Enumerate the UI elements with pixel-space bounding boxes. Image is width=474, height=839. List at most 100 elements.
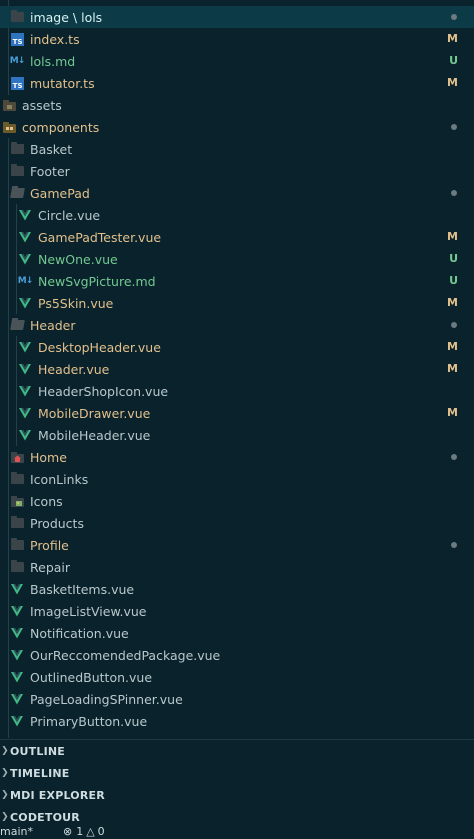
- tree-row[interactable]: Notification.vue: [0, 622, 474, 644]
- markdown-file-icon: M↓: [17, 276, 33, 286]
- tree-row[interactable]: M↓ NewSvgPicture.md U: [0, 270, 474, 292]
- vue-file-icon: [10, 670, 24, 684]
- tree-row-label: MobileDrawer.vue: [38, 405, 151, 421]
- tree-row[interactable]: assets: [0, 94, 474, 116]
- vue-file-icon: [10, 582, 24, 596]
- vue-file-icon: [18, 296, 32, 310]
- tree-row[interactable]: ImageListView.vue: [0, 600, 474, 622]
- tree-row[interactable]: HeaderShopIcon.vue: [0, 380, 474, 402]
- image-folder-icon: [10, 494, 24, 508]
- folder-icon: [10, 10, 24, 24]
- git-status-badge: U: [449, 252, 458, 265]
- tree-row-label: components: [22, 119, 100, 135]
- modified-dot-icon: [451, 14, 457, 20]
- git-status-badge: M: [447, 296, 458, 309]
- tree-row[interactable]: Home: [0, 446, 474, 468]
- tree-row[interactable]: Basket: [0, 138, 474, 160]
- vue-file-icon: [10, 648, 24, 662]
- tree-row-label: Header.vue: [38, 361, 110, 377]
- tree-row[interactable]: MobileHeader.vue: [0, 424, 474, 446]
- section-mdi-explorer[interactable]: ❯ MDI EXPLORER: [0, 784, 474, 806]
- error-count[interactable]: 1: [76, 827, 83, 837]
- tree-row[interactable]: Header: [0, 314, 474, 336]
- home-folder-icon: [10, 450, 24, 464]
- vue-file-icon: [10, 714, 24, 728]
- tree-row[interactable]: Ps5Skin.vue M: [0, 292, 474, 314]
- tree-row[interactable]: Circle.vue: [0, 204, 474, 226]
- vue-file-icon: [18, 406, 32, 420]
- vue-file-icon: [18, 362, 32, 376]
- tree-row-label: NewSvgPicture.md: [38, 273, 156, 289]
- tree-row-label: Header: [30, 317, 76, 333]
- chevron-right-icon: ❯: [1, 812, 9, 822]
- tree-row-label: lols.md: [30, 53, 76, 69]
- tree-row[interactable]: GamePadTester.vue M: [0, 226, 474, 248]
- tree-row[interactable]: Products: [0, 512, 474, 534]
- tree-row[interactable]: OutlinedButton.vue: [0, 666, 474, 688]
- tree-row-label: Notification.vue: [30, 625, 129, 641]
- tree-row[interactable]: M↓ lols.md U: [0, 50, 474, 72]
- vue-file-icon: [10, 692, 24, 706]
- tree-row[interactable]: DesktopHeader.vue M: [0, 336, 474, 358]
- tree-row-label: Ps5Skin.vue: [38, 295, 114, 311]
- tree-row[interactable]: NewOne.vue U: [0, 248, 474, 270]
- section-label: CODETOUR: [10, 810, 80, 824]
- vue-file-icon: [18, 428, 32, 442]
- section-label: OUTLINE: [10, 744, 66, 758]
- tree-row-label: OutlinedButton.vue: [30, 669, 153, 685]
- tree-row[interactable]: Header.vue M: [0, 358, 474, 380]
- git-status-badge: U: [449, 274, 458, 287]
- tree-row[interactable]: components: [0, 116, 474, 138]
- tree-row[interactable]: BasketItems.vue: [0, 578, 474, 600]
- tree-row[interactable]: PageLoadingSPinner.vue: [0, 688, 474, 710]
- modified-dot-icon: [451, 454, 457, 460]
- vue-file-icon: [18, 208, 32, 222]
- vue-file-icon: [10, 604, 24, 618]
- tree-row[interactable]: TS index.ts M: [0, 28, 474, 50]
- tree-row-label: Circle.vue: [38, 207, 101, 223]
- tree-row-label: Home: [30, 449, 67, 465]
- folder-icon: [10, 560, 24, 574]
- tree-row[interactable]: image \ lols: [0, 6, 474, 28]
- tree-row[interactable]: GamePad: [0, 182, 474, 204]
- modified-dot-icon: [451, 542, 457, 548]
- tree-row[interactable]: IconLinks: [0, 468, 474, 490]
- tree-row[interactable]: TS mutator.ts M: [0, 72, 474, 94]
- warning-count[interactable]: 0: [98, 827, 105, 837]
- tree-row[interactable]: Footer: [0, 160, 474, 182]
- git-branch[interactable]: main*: [0, 827, 33, 837]
- tree-row[interactable]: OurReccomendedPackage.vue: [0, 644, 474, 666]
- tree-row-label: Profile: [30, 537, 69, 553]
- git-status-badge: M: [447, 76, 458, 89]
- section-outline[interactable]: ❯ OUTLINE: [0, 740, 474, 762]
- modified-dot-icon: [451, 322, 457, 328]
- tree-row-label: IconLinks: [30, 471, 89, 487]
- tree-row-label: assets: [22, 97, 62, 113]
- git-status-badge: M: [447, 32, 458, 45]
- section-label: TIMELINE: [10, 766, 70, 780]
- section-timeline[interactable]: ❯ TIMELINE: [0, 762, 474, 784]
- chevron-right-icon: ❯: [1, 768, 9, 778]
- tree-row[interactable]: Profile: [0, 534, 474, 556]
- folder-icon: [10, 516, 24, 530]
- git-status-badge: U: [449, 54, 458, 67]
- tree-row-label: Repair: [30, 559, 71, 575]
- section-codetour[interactable]: ❯ CODETOUR: [0, 806, 474, 828]
- vue-file-icon: [18, 384, 32, 398]
- tree-row-label: Footer: [30, 163, 70, 179]
- collapsed-sections: ❯ OUTLINE ❯ TIMELINE ❯ MDI EXPLORER ❯ CO…: [0, 739, 474, 827]
- tree-row-label: GamePadTester.vue: [38, 229, 162, 245]
- tree-row-label: mutator.ts: [30, 75, 95, 91]
- folder-open-icon: [2, 120, 16, 134]
- tree-row[interactable]: Icons: [0, 490, 474, 512]
- folder-icon: [10, 142, 24, 156]
- folder-open-icon: [9, 186, 25, 200]
- tree-row-label: PageLoadingSPinner.vue: [30, 691, 183, 707]
- tree-row-label: HeaderShopIcon.vue: [38, 383, 169, 399]
- file-explorer-tree[interactable]: image \ lols TS index.ts M M↓ lols.md U TS mutat…: [0, 0, 474, 739]
- git-status-badge: M: [447, 340, 458, 353]
- tree-row[interactable]: Repair: [0, 556, 474, 578]
- tree-row[interactable]: MobileDrawer.vue M: [0, 402, 474, 424]
- chevron-right-icon: ❯: [1, 746, 9, 756]
- tree-row[interactable]: PrimaryButton.vue: [0, 710, 474, 732]
